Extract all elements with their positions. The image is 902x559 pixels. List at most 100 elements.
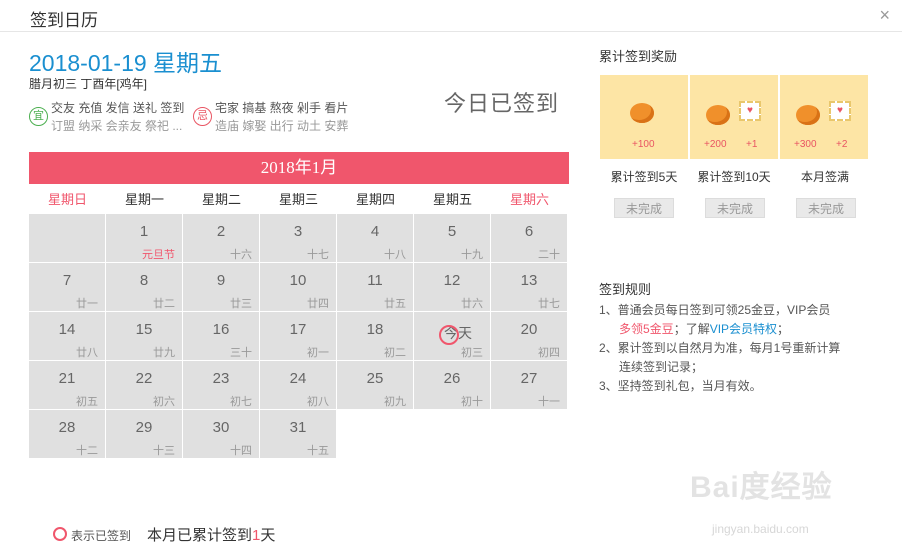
- vip-privilege-link[interactable]: VIP会员特权: [710, 322, 777, 336]
- rule-1-end: ；: [777, 322, 790, 336]
- gift-card-icon: ♥: [829, 101, 851, 121]
- lunar-day: 初一: [307, 347, 329, 359]
- reward-status-10[interactable]: 未完成: [705, 198, 765, 218]
- day-number: 20: [520, 321, 538, 338]
- reward-label-5: 累计签到5天: [610, 170, 678, 184]
- rule-1-line1: 1、普通会员每日签到可领25金豆，VIP会员: [599, 303, 831, 317]
- calendar-day[interactable]: 1 元旦节: [106, 214, 182, 262]
- calendar-day[interactable]: 3 十七: [260, 214, 336, 262]
- reward-box-full: ♥ +300 +2: [780, 75, 868, 159]
- day-number: 15: [135, 321, 153, 338]
- calendar-day[interactable]: 17 初一: [260, 312, 336, 360]
- lunar-day: 廿二: [153, 298, 175, 310]
- calendar-day[interactable]: 14 廿八: [29, 312, 105, 360]
- calendar-day[interactable]: 26 初十: [414, 361, 490, 409]
- rules-title: 签到规则: [599, 282, 652, 297]
- calendar-day[interactable]: 30 十四: [183, 410, 259, 458]
- rule-1-line2: 多领5金豆；了解VIP会员特权；: [599, 320, 889, 339]
- reward-box-5: +100: [600, 75, 688, 159]
- lunar-day: 廿三: [230, 298, 252, 310]
- calendar-day[interactable]: 12 廿六: [414, 263, 490, 311]
- calendar-day[interactable]: 24 初八: [260, 361, 336, 409]
- rules-list: 1、普通会员每日签到可领25金豆，VIP会员 多领5金豆；了解VIP会员特权； …: [599, 301, 889, 396]
- reward-title: 累计签到奖励: [599, 49, 678, 64]
- calendar-day[interactable]: 9 廿三: [183, 263, 259, 311]
- yi-badge: 宜: [29, 107, 48, 126]
- calendar-empty-cell: [29, 214, 105, 262]
- weekday-mon: 星期一: [124, 192, 164, 207]
- lunar-day: 十一: [538, 396, 560, 408]
- rule-3: 3、坚持签到礼包，当月有效。: [599, 379, 762, 393]
- day-number: 26: [443, 370, 461, 387]
- yi-line2: 订盟 纳采 会亲友 祭祀 ...: [51, 119, 183, 133]
- rule-1-bonus: 多领5金豆: [619, 322, 674, 336]
- reward-amount: +100: [632, 139, 655, 150]
- reward-label-10: 累计签到10天: [697, 170, 771, 184]
- calendar-day-today[interactable]: 今天 初三: [414, 312, 490, 360]
- calendar-day[interactable]: 15 廿九: [106, 312, 182, 360]
- day-number: 27: [520, 370, 538, 387]
- lunar-day: 十五: [307, 445, 329, 457]
- calendar-day[interactable]: 2 十六: [183, 214, 259, 262]
- lunar-day: 廿七: [538, 298, 560, 310]
- day-number: 8: [139, 272, 149, 289]
- lunar-day: 十二: [76, 445, 98, 457]
- day-number: 16: [212, 321, 230, 338]
- lunar-day: 十八: [384, 249, 406, 261]
- lunar-day: 初六: [153, 396, 175, 408]
- day-number: 29: [135, 419, 153, 436]
- calendar-day[interactable]: 21 初五: [29, 361, 105, 409]
- calendar-day[interactable]: 23 初七: [183, 361, 259, 409]
- lunar-day: 廿六: [461, 298, 483, 310]
- weekday-wed: 星期三: [278, 192, 318, 207]
- day-number: 13: [520, 272, 538, 289]
- reward-amount: +300: [794, 139, 817, 150]
- lunar-day: 廿四: [307, 298, 329, 310]
- calendar-day[interactable]: 18 初二: [337, 312, 413, 360]
- reward-status-full[interactable]: 未完成: [796, 198, 856, 218]
- calendar-day[interactable]: 31 十五: [260, 410, 336, 458]
- calendar-day[interactable]: 6 二十: [491, 214, 567, 262]
- gift-card-icon: ♥: [739, 101, 761, 121]
- lunar-day: 初五: [76, 396, 98, 408]
- calendar-day[interactable]: 13 廿七: [491, 263, 567, 311]
- calendar-day[interactable]: 29 十三: [106, 410, 182, 458]
- lunar-day: 廿九: [153, 347, 175, 359]
- lunar-day: 初七: [230, 396, 252, 408]
- calendar-day[interactable]: 4 十八: [337, 214, 413, 262]
- day-number: 31: [289, 419, 307, 436]
- close-icon[interactable]: ×: [879, 5, 890, 26]
- weekday-header: 星期日 星期一 星期二 星期三 星期四 星期五 星期六: [29, 186, 569, 214]
- day-number: 30: [212, 419, 230, 436]
- gold-bean-icon: [630, 103, 654, 123]
- month-count-prefix: 本月已累计签到: [147, 527, 253, 544]
- yi-line1: 交友 充值 发信 送礼 签到: [51, 101, 185, 115]
- day-number: 4: [370, 223, 380, 240]
- lunar-day: 十三: [153, 445, 175, 457]
- calendar-day[interactable]: 28 十二: [29, 410, 105, 458]
- day-number: 17: [289, 321, 307, 338]
- calendar-day[interactable]: 16 三十: [183, 312, 259, 360]
- calendar-day[interactable]: 8 廿二: [106, 263, 182, 311]
- calendar-day[interactable]: 5 十九: [414, 214, 490, 262]
- day-number: 11: [367, 272, 383, 289]
- calendar-day[interactable]: 10 廿四: [260, 263, 336, 311]
- lunar-day: 廿一: [76, 298, 98, 310]
- day-number: 24: [289, 370, 307, 387]
- rule-2-line2: 连续签到记录；: [619, 360, 704, 374]
- lunar-day: 二十: [538, 249, 560, 261]
- calendar-day[interactable]: 11 廿五: [337, 263, 413, 311]
- weekday-sun: 星期日: [47, 192, 87, 207]
- lunar-day: 初三: [461, 347, 483, 359]
- reward-status-5[interactable]: 未完成: [614, 198, 674, 218]
- calendar-day[interactable]: 27 十一: [491, 361, 567, 409]
- calendar-day[interactable]: 7 廿一: [29, 263, 105, 311]
- month-sign-count: 本月已累计签到1天: [147, 524, 275, 545]
- calendar-day[interactable]: 20 初四: [491, 312, 567, 360]
- calendar-day[interactable]: 22 初六: [106, 361, 182, 409]
- day-number: 18: [366, 321, 384, 338]
- calendar-day[interactable]: 25 初九: [337, 361, 413, 409]
- lunar-day: 十六: [230, 249, 252, 261]
- lunar-day: 初十: [461, 396, 483, 408]
- lunar-date: 腊月初三 丁酉年[鸡年]: [29, 77, 148, 91]
